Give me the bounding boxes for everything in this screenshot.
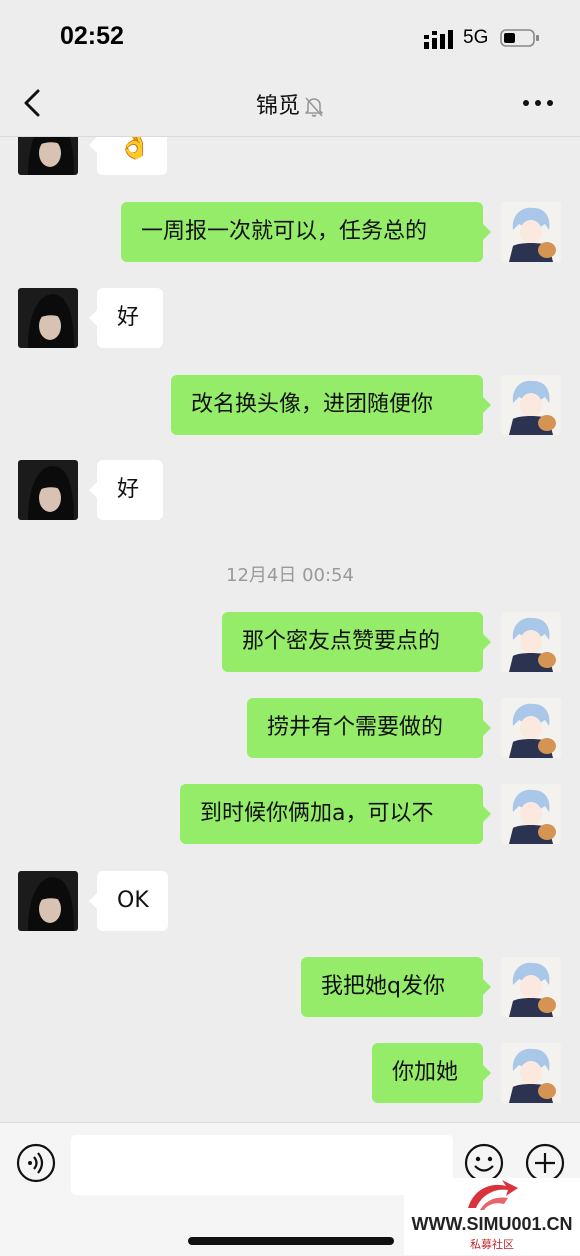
my-avatar[interactable] bbox=[501, 1043, 561, 1103]
more-icon[interactable] bbox=[522, 98, 554, 108]
status-bar: 02:52 5G bbox=[0, 0, 580, 70]
my-avatar[interactable] bbox=[501, 375, 561, 435]
mute-bell-icon bbox=[305, 97, 323, 117]
signal-icon bbox=[424, 30, 453, 49]
watermark-logo-icon bbox=[468, 1180, 518, 1210]
message-bubble-outgoing[interactable]: 改名换头像，进团随便你 bbox=[171, 375, 491, 435]
chat-title-wrap: 锦觅 bbox=[0, 88, 580, 120]
message-bubble-incoming[interactable]: 好 bbox=[89, 288, 163, 348]
message-bubble-outgoing[interactable]: 捞井有个需要做的 bbox=[247, 698, 491, 758]
contact-avatar[interactable] bbox=[18, 137, 78, 175]
message-bubble-outgoing[interactable]: 一周报一次就可以，任务总的 bbox=[121, 202, 491, 262]
plus-icon[interactable] bbox=[525, 1143, 565, 1183]
watermark-text: WWW.SIMU001.CN bbox=[411, 1214, 573, 1234]
message-list[interactable]: 👌 一周报一次就可以，任务总的 好 改名换头像，进团随便你 好 12月4日 00… bbox=[0, 137, 580, 1122]
contact-avatar[interactable] bbox=[18, 288, 78, 348]
message-bubble-outgoing[interactable]: 你加她 bbox=[372, 1043, 491, 1103]
network-label: 5G bbox=[463, 27, 489, 48]
message-bubble-outgoing[interactable]: 到时候你俩加a，可以不 bbox=[180, 784, 491, 844]
my-avatar[interactable] bbox=[501, 202, 561, 262]
emoji-icon[interactable] bbox=[464, 1143, 504, 1183]
watermark: WWW.SIMU001.CN 私募社区 bbox=[404, 1178, 580, 1255]
my-avatar[interactable] bbox=[501, 698, 561, 758]
message-bubble-incoming[interactable]: 👌 bbox=[89, 137, 167, 175]
my-avatar[interactable] bbox=[501, 612, 561, 672]
message-bubble-outgoing[interactable]: 那个密友点赞要点的 bbox=[222, 612, 491, 672]
battery-icon bbox=[500, 29, 539, 47]
voice-icon[interactable] bbox=[16, 1143, 56, 1183]
home-indicator bbox=[188, 1237, 394, 1245]
contact-avatar[interactable] bbox=[18, 871, 78, 931]
my-avatar[interactable] bbox=[501, 957, 561, 1017]
message-bubble-incoming[interactable]: OK bbox=[89, 871, 168, 931]
contact-avatar[interactable] bbox=[18, 460, 78, 520]
chat-title: 锦觅 bbox=[255, 94, 300, 119]
chat-header: 锦觅 bbox=[0, 70, 580, 137]
message-bubble-incoming[interactable]: 好 bbox=[89, 460, 163, 520]
status-time: 02:52 bbox=[60, 22, 124, 50]
message-timestamp: 12月4日 00:54 bbox=[226, 565, 354, 586]
message-bubble-outgoing[interactable]: 我把她q发你 bbox=[301, 957, 491, 1017]
message-input[interactable] bbox=[71, 1135, 453, 1195]
my-avatar[interactable] bbox=[501, 784, 561, 844]
watermark-subtext: 私募社区 bbox=[470, 1238, 514, 1251]
